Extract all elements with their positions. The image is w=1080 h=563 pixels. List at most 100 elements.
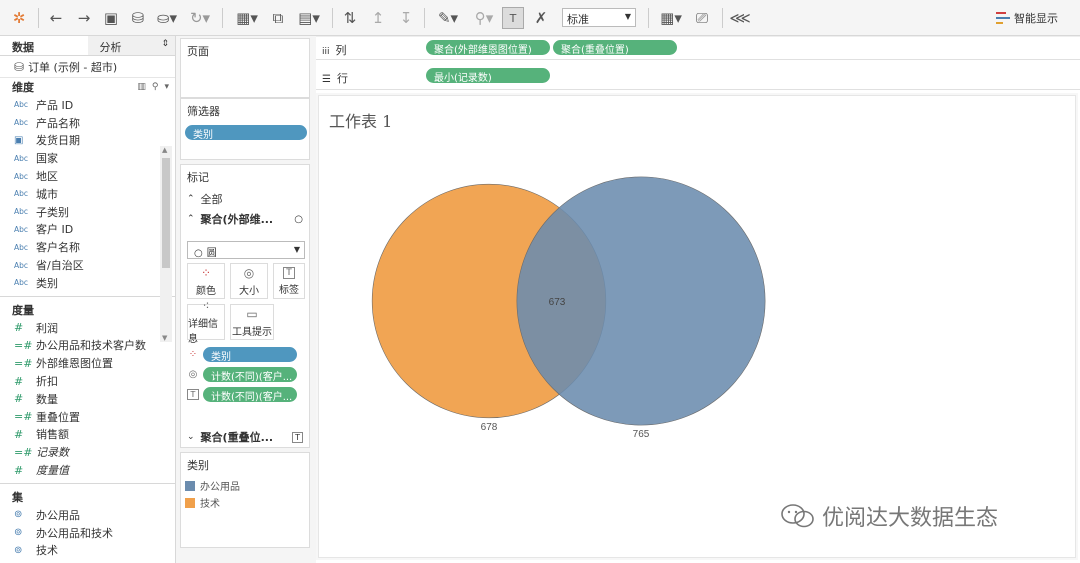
pause-updates-icon[interactable]: ⛀▾ (154, 7, 180, 29)
fix-axes-icon[interactable]: ✗ (530, 7, 552, 29)
new-datasource-icon[interactable]: ⛁ (128, 7, 148, 29)
tab-sort-icon[interactable]: ⇕ (161, 39, 169, 49)
rows-pill-1[interactable]: 最小(记录数) (426, 68, 550, 83)
columns-pill-2[interactable]: 聚合(重叠位置) (553, 40, 677, 55)
legend-item[interactable]: 办公用品 (181, 477, 309, 494)
label-icon: T (187, 389, 199, 400)
mark-type-select[interactable]: ○ 圆 ▼ (187, 241, 305, 259)
group-icon[interactable]: ⚲▾ (470, 7, 498, 29)
redo-icon[interactable]: → (74, 7, 94, 29)
dimension-field[interactable]: Abc 产品名称 (0, 114, 175, 132)
measure-field[interactable]: # 折扣 (0, 372, 175, 390)
filters-card[interactable]: 筛选器 类别 (180, 98, 310, 160)
number-type-icon: # (14, 427, 24, 441)
show-cards-icon[interactable]: ▦▾ (656, 7, 686, 29)
circle-mark-icon: ○ (294, 213, 303, 225)
columns-icon: iii (322, 47, 330, 57)
dimensions-scrollbar[interactable]: ▲ ▼ (160, 146, 172, 342)
number-type-icon: # (14, 463, 24, 477)
duplicate-sheet-icon[interactable]: ⧉ (268, 7, 288, 29)
columns-shelf[interactable]: iii 列 聚合(外部维恩图位置) 聚合(重叠位置) (316, 36, 1080, 60)
tab-analysis[interactable]: 分析 ⇕ (87, 36, 175, 55)
smart-show-icon (996, 12, 1010, 24)
label-icon: T (283, 266, 295, 279)
pages-card[interactable]: 页面 (180, 38, 310, 98)
string-type-icon: Abc (14, 207, 29, 217)
measure-field[interactable]: =# 重叠位置 (0, 408, 175, 426)
dimension-field[interactable]: Abc 客户 ID (0, 221, 175, 239)
marks-agg1-row[interactable]: ⌃ 聚合(外部维... ○ (181, 209, 309, 229)
legend-item[interactable]: 技术 (181, 494, 309, 511)
database-icon: ⛁ (14, 59, 25, 74)
new-worksheet-icon[interactable]: ▦▾ (232, 7, 262, 29)
undo-icon[interactable]: ← (46, 7, 66, 29)
legend-swatch (185, 480, 195, 491)
mark-pill-label[interactable]: 计数(不同)(客户... (203, 387, 297, 402)
set-icon: ⊚ (14, 544, 23, 556)
rows-shelf[interactable]: ☰ 行 最小(记录数) (316, 63, 1080, 90)
dimension-field[interactable]: Abc 客户名称 (0, 238, 175, 256)
set-field[interactable]: ⊚ 办公用品 (0, 506, 175, 524)
data-pane: 数据 分析 ⇕ ⛁ 订单 (示例 - 超市) 维度 ▥ ⚲ ▾ Abc 产品 ID A… (0, 36, 176, 563)
sort-desc-icon[interactable]: ↧ (396, 7, 416, 29)
measure-field[interactable]: # 数量 (0, 390, 175, 408)
sort-asc-icon[interactable]: ↥ (368, 7, 388, 29)
datasource-name: 订单 (示例 - 超市) (28, 60, 118, 74)
smart-show-button[interactable]: 智能显示 (996, 10, 1058, 26)
number-type-icon: =# (14, 410, 33, 424)
marks-all-row[interactable]: ⌃ 全部 (181, 189, 309, 209)
size-button[interactable]: ◎ 大小 (230, 263, 268, 299)
mark-pill-size[interactable]: 计数(不同)(客户... (203, 367, 297, 382)
clear-sheet-icon[interactable]: ▤▾ (294, 7, 324, 29)
measure-field[interactable]: =# 外部维恩图位置 (0, 354, 175, 372)
tab-data[interactable]: 数据 (0, 36, 88, 55)
highlight-icon[interactable]: ✎▾ (434, 7, 462, 29)
label-button[interactable]: T 标签 (273, 263, 305, 299)
marks-agg2-row[interactable]: ⌄ 聚合(重叠位... T (181, 427, 309, 447)
legend-label: 办公用品 (200, 482, 240, 493)
canvas: 工作表 1 678 765 673 (316, 93, 1078, 560)
fit-select[interactable]: 标准 ▼ (562, 8, 636, 27)
set-field[interactable]: ⊚ 办公用品和技术 (0, 524, 175, 542)
filters-label: 筛选器 (187, 105, 220, 118)
detail-button[interactable]: ⁖ 详细信息 (187, 299, 225, 345)
color-button[interactable]: ⁘ 颜色 (187, 263, 225, 299)
share-icon[interactable]: ⋘ (729, 7, 750, 29)
dimension-field[interactable]: Abc 子类别 (0, 203, 175, 221)
tableau-logo-icon[interactable]: ✲ (10, 7, 28, 29)
marks-label: 标记 (187, 171, 209, 184)
dimension-field[interactable]: Abc 类别 (0, 274, 175, 292)
view-toggle-icon[interactable]: ▥ (137, 82, 146, 92)
legend-label: 技术 (200, 499, 220, 510)
set-field[interactable]: ⊚ 技术 (0, 542, 175, 560)
measure-field[interactable]: # 度量值 (0, 461, 175, 479)
measure-field[interactable]: =# 办公用品和技术客户数 (0, 337, 175, 355)
measure-field[interactable]: # 销售额 (0, 426, 175, 444)
dimension-field[interactable]: ▣ 发货日期 (0, 132, 175, 150)
tooltip-button[interactable]: ▭ 工具提示 (230, 304, 274, 340)
set-icon: ⊚ (14, 527, 23, 539)
color-icon: ⁘ (200, 265, 212, 280)
filter-pill[interactable]: 类别 (185, 125, 307, 140)
save-icon[interactable]: ▣ (102, 7, 120, 29)
measure-field[interactable]: # 利润 (0, 319, 175, 337)
dimension-field[interactable]: Abc 国家 (0, 149, 175, 167)
dimensions-list: Abc 产品 ID Abc 产品名称 ▣ 发货日期 Abc 国家 Abc 地区 Abc 城市 Abc 子类… (0, 96, 175, 292)
color-icon: ⁘ (188, 349, 198, 360)
dimension-field[interactable]: Abc 产品 ID (0, 96, 175, 114)
presentation-icon[interactable]: ⎚ (692, 7, 712, 29)
swap-icon[interactable]: ⇅ (340, 7, 360, 29)
dimension-field[interactable]: Abc 城市 (0, 185, 175, 203)
collapse-icon: ⌃ (187, 194, 195, 204)
show-labels-icon[interactable]: T (502, 7, 524, 29)
dimension-field[interactable]: Abc 省/自治区 (0, 256, 175, 274)
columns-pill-1[interactable]: 聚合(外部维恩图位置) (426, 40, 550, 55)
measure-field[interactable]: =# 记录数 (0, 443, 175, 461)
refresh-icon[interactable]: ↻▾ (186, 7, 214, 29)
datasource-item[interactable]: ⛁ 订单 (示例 - 超市) (0, 56, 175, 78)
mark-pill-row-size: ◎ 计数(不同)(客户... (187, 367, 297, 382)
menu-icon[interactable]: ▾ (164, 82, 169, 92)
search-icon[interactable]: ⚲ (152, 82, 159, 92)
mark-pill-color[interactable]: 类别 (203, 347, 297, 362)
dimension-field[interactable]: Abc 地区 (0, 167, 175, 185)
